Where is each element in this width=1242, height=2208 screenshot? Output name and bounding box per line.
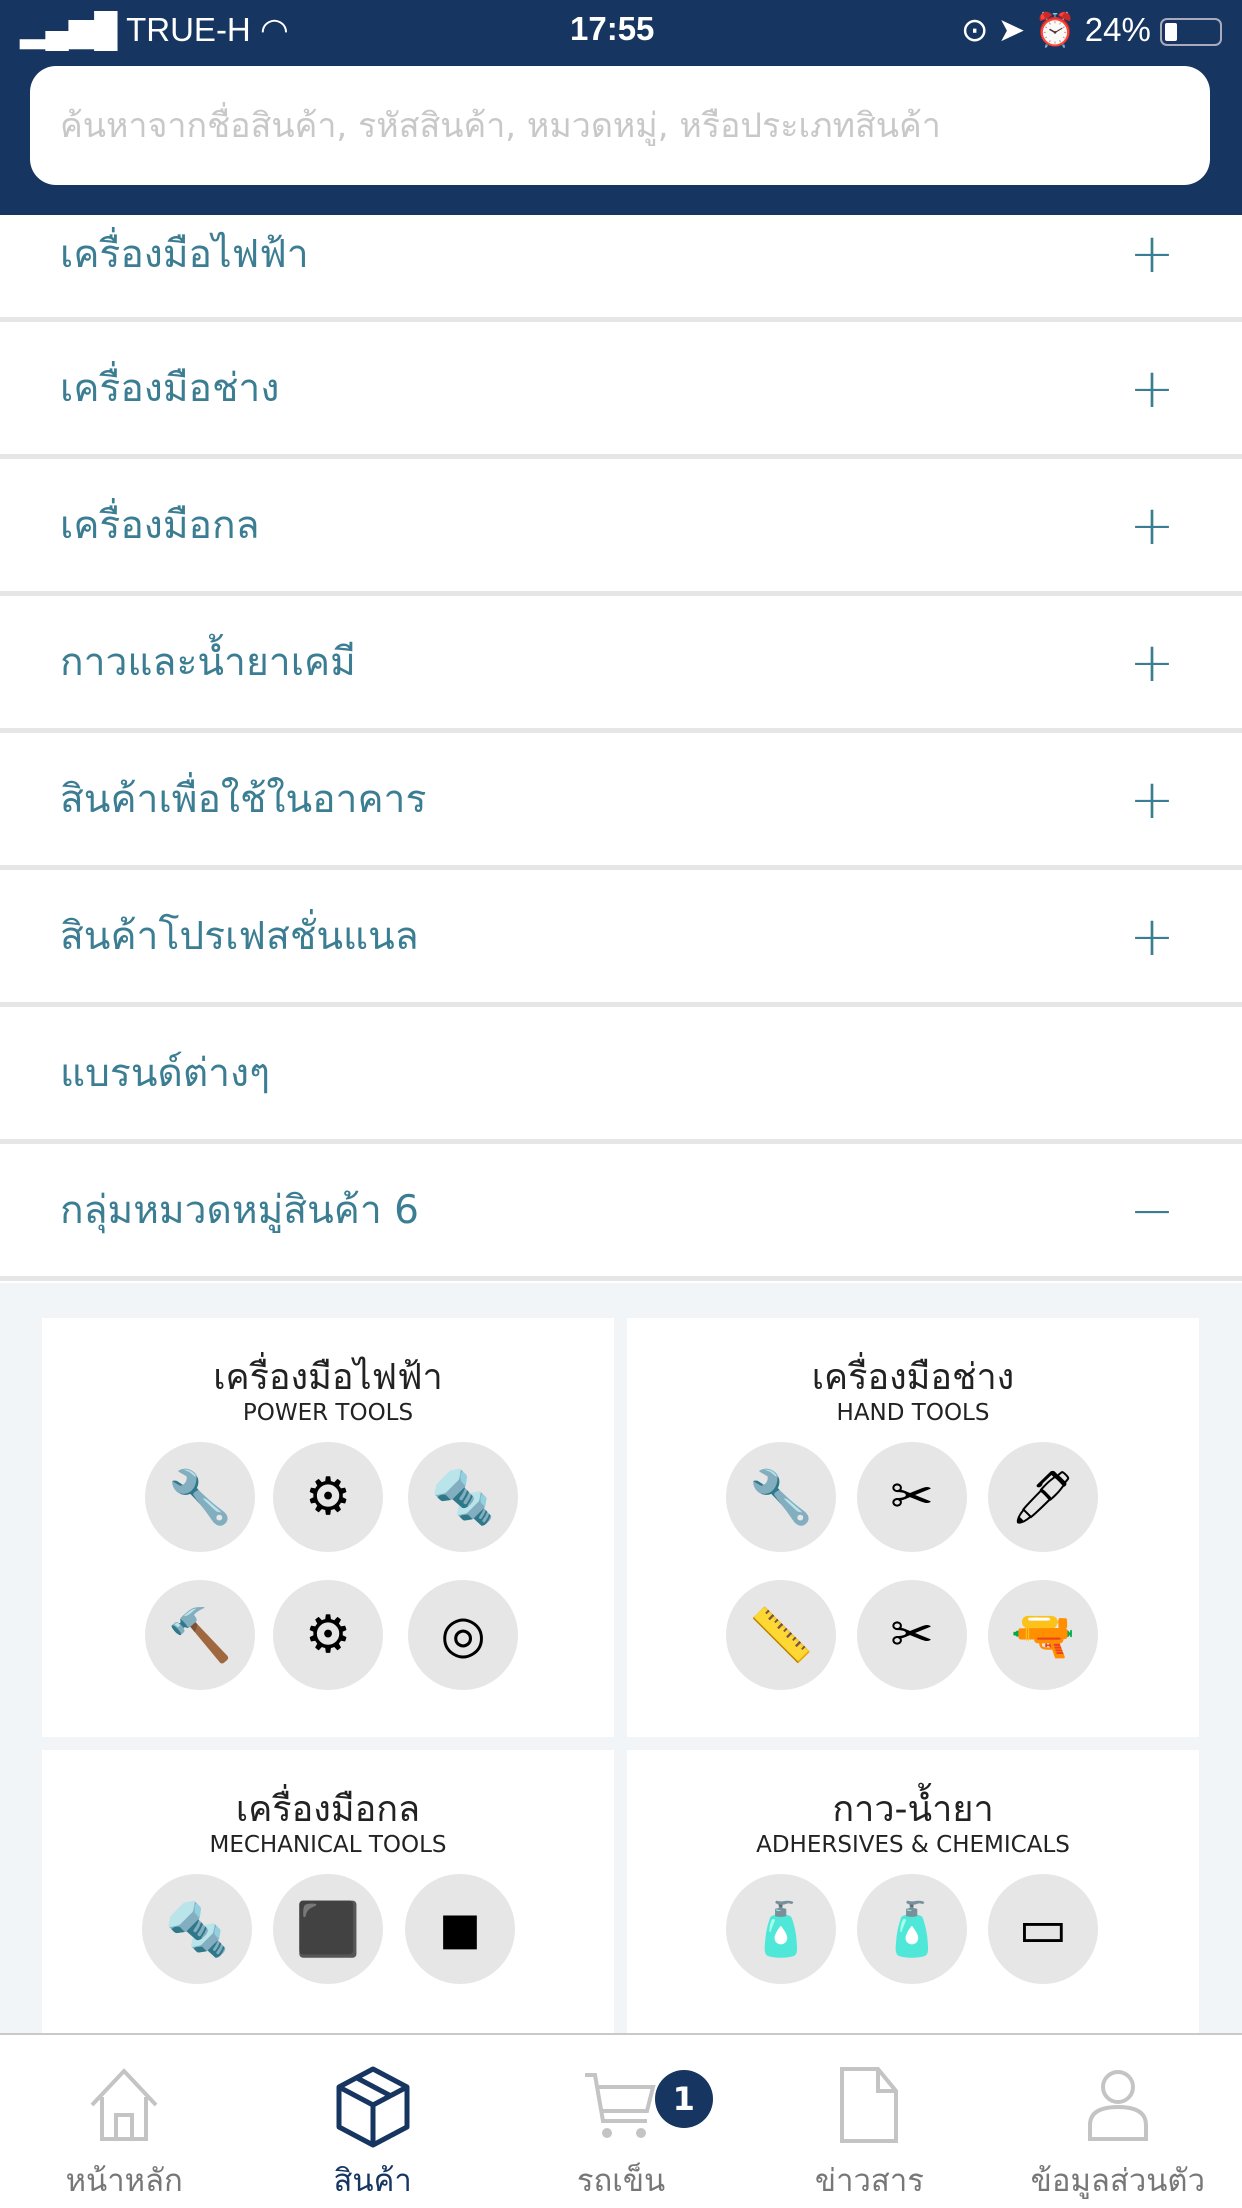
tape-measure-image[interactable]: 📏 (726, 1580, 836, 1690)
nav-label: สินค้า (333, 2163, 412, 2199)
cart-count-badge: 1 (654, 2070, 713, 2128)
wrench-image[interactable]: 🔧 (726, 1442, 836, 1552)
expand-icon[interactable]: + (1122, 357, 1182, 420)
bottom-nav: หน้าหลัก สินค้า 1 รถเข็น ข่าวสาร ข้อมูลส… (0, 2033, 1242, 2208)
rotary-hammer-image[interactable]: 🔨 (145, 1580, 255, 1690)
user-icon (1087, 2070, 1148, 2141)
category-row[interactable]: สินค้าเพื่อใช้ในอาคาร + (0, 733, 1242, 870)
wifi-icon: ◠ (259, 11, 289, 48)
pliers-image[interactable]: ✂ (857, 1442, 967, 1552)
nav-label: ข่าวสาร (814, 2163, 924, 2199)
card-power-tools[interactable]: เครื่องมือไฟฟ้า POWER TOOLS 🔧 ⚙ 🔩 🔨 ⚙ ◎ (42, 1318, 614, 1737)
card-title: เครื่องมือไฟฟ้า (213, 1357, 443, 1398)
signal-icon: ▂▄▆█ (20, 11, 118, 48)
category-row[interactable]: แบรนด์ต่างๆ (0, 1007, 1242, 1144)
card-title: เครื่องมือกล (235, 1789, 421, 1830)
nav-news[interactable]: ข่าวสาร (745, 2035, 993, 2208)
card-subtitle: POWER TOOLS (242, 1400, 414, 1426)
glue-gun-image[interactable]: 🔫 (988, 1580, 1098, 1690)
card-subtitle: ADHERSIVES & CHEMICALS (756, 1832, 1070, 1858)
collapse-icon[interactable]: − (1122, 1179, 1182, 1242)
carrier-name: TRUE-H (126, 11, 251, 48)
angle-grinder-image[interactable]: 🔩 (408, 1442, 518, 1552)
location-icon: ➤ (997, 11, 1026, 48)
cut-off-saw-image[interactable]: ⚙ (273, 1580, 383, 1690)
nav-profile[interactable]: ข้อมูลส่วนตัว (994, 2035, 1242, 2208)
category-row[interactable]: เครื่องมือกล + (0, 459, 1242, 596)
impact-socket-image[interactable]: ⬛ (273, 1874, 383, 1984)
sealant-tube-image[interactable]: 🧴 (726, 1874, 836, 1984)
expand-icon[interactable]: + (1122, 768, 1182, 831)
nav-cart[interactable]: 1 รถเข็น (497, 2035, 745, 2208)
card-subtitle: HAND TOOLS (836, 1400, 990, 1426)
category-row-expanded[interactable]: กลุ่มหมวดหมู่สินค้า 6 − (0, 1144, 1242, 1281)
bench-grinder-image[interactable]: ⚙ (273, 1442, 383, 1552)
card-title: เครื่องมือช่าง (811, 1357, 1015, 1398)
category-row[interactable]: เครื่องมือช่าง + (0, 322, 1242, 459)
carrier-status: ▂▄▆█ TRUE-H ◠ (20, 10, 289, 49)
card-title: กาว-น้ำยา (832, 1789, 994, 1830)
drill-image[interactable]: 🔧 (145, 1442, 255, 1552)
cart-icon (585, 2073, 656, 2138)
category-list: เครื่องมือไฟฟ้า + เครื่องมือช่าง + เครื่อง… (0, 190, 1242, 1281)
nav-label: รถเข็น (576, 2163, 666, 2199)
document-icon (840, 2067, 899, 2143)
category-row[interactable]: กาวและน้ำยาเคมี + (0, 596, 1242, 733)
card-subtitle: MECHANICAL TOOLS (209, 1832, 447, 1858)
grease-gun-image[interactable]: 🖊 (988, 1442, 1098, 1552)
nav-label: หน้าหลัก (65, 2163, 183, 2199)
category-label: เครื่องมือกล (60, 503, 260, 548)
tape-roll-image[interactable]: ▭ (988, 1874, 1098, 1984)
battery-percent: 24% (1084, 11, 1151, 48)
category-label: สินค้าโปรเฟสชั่นแนล (60, 914, 419, 959)
bolt-cutter-image[interactable]: ✂ (857, 1580, 967, 1690)
app-header: ▂▄▆█ TRUE-H ◠ 17:55 ⊙ ➤ ⏰ 24% (0, 0, 1242, 215)
battery-icon (1160, 18, 1222, 47)
circular-saw-image[interactable]: ◎ (408, 1580, 518, 1690)
expand-icon[interactable]: + (1122, 494, 1182, 557)
search-input[interactable] (30, 66, 1210, 185)
expand-icon[interactable]: + (1122, 222, 1182, 285)
category-label: แบรนด์ต่างๆ (60, 1051, 271, 1096)
category-label: กลุ่มหมวดหมู่สินค้า 6 (60, 1188, 419, 1233)
home-icon (90, 2068, 158, 2141)
expand-icon[interactable]: + (1122, 905, 1182, 968)
category-label: เครื่องมือไฟฟ้า (60, 231, 309, 277)
alarm-icon: ⏰ (1034, 11, 1076, 48)
nav-products[interactable]: สินค้า (248, 2035, 496, 2208)
category-label: เครื่องมือช่าง (60, 366, 280, 411)
orientation-lock-icon: ⊙ (960, 11, 989, 48)
expand-icon[interactable]: + (1122, 631, 1182, 694)
category-card-grid: เครื่องมือไฟฟ้า POWER TOOLS 🔧 ⚙ 🔩 🔨 ⚙ ◎ … (0, 1283, 1242, 2169)
nav-label: ข้อมูลส่วนตัว (1030, 2163, 1205, 2199)
category-row[interactable]: สินค้าโปรเฟสชั่นแนล + (0, 870, 1242, 1007)
category-label: สินค้าเพื่อใช้ในอาคาร (60, 777, 427, 822)
nav-home[interactable]: หน้าหลัก (0, 2035, 248, 2208)
box-icon (336, 2066, 410, 2148)
battery-status: ⊙ ➤ ⏰ 24% (961, 10, 1222, 50)
adapter-image[interactable]: ◼ (405, 1874, 515, 1984)
silicone-tube-image[interactable]: 🧴 (857, 1874, 967, 1984)
socket-image[interactable]: 🔩 (142, 1874, 252, 1984)
card-hand-tools[interactable]: เครื่องมือช่าง HAND TOOLS 🔧 ✂ 🖊 📏 ✂ 🔫 (627, 1318, 1199, 1737)
clock: 17:55 (570, 10, 655, 47)
category-label: กาวและน้ำยาเคมี (60, 640, 356, 685)
